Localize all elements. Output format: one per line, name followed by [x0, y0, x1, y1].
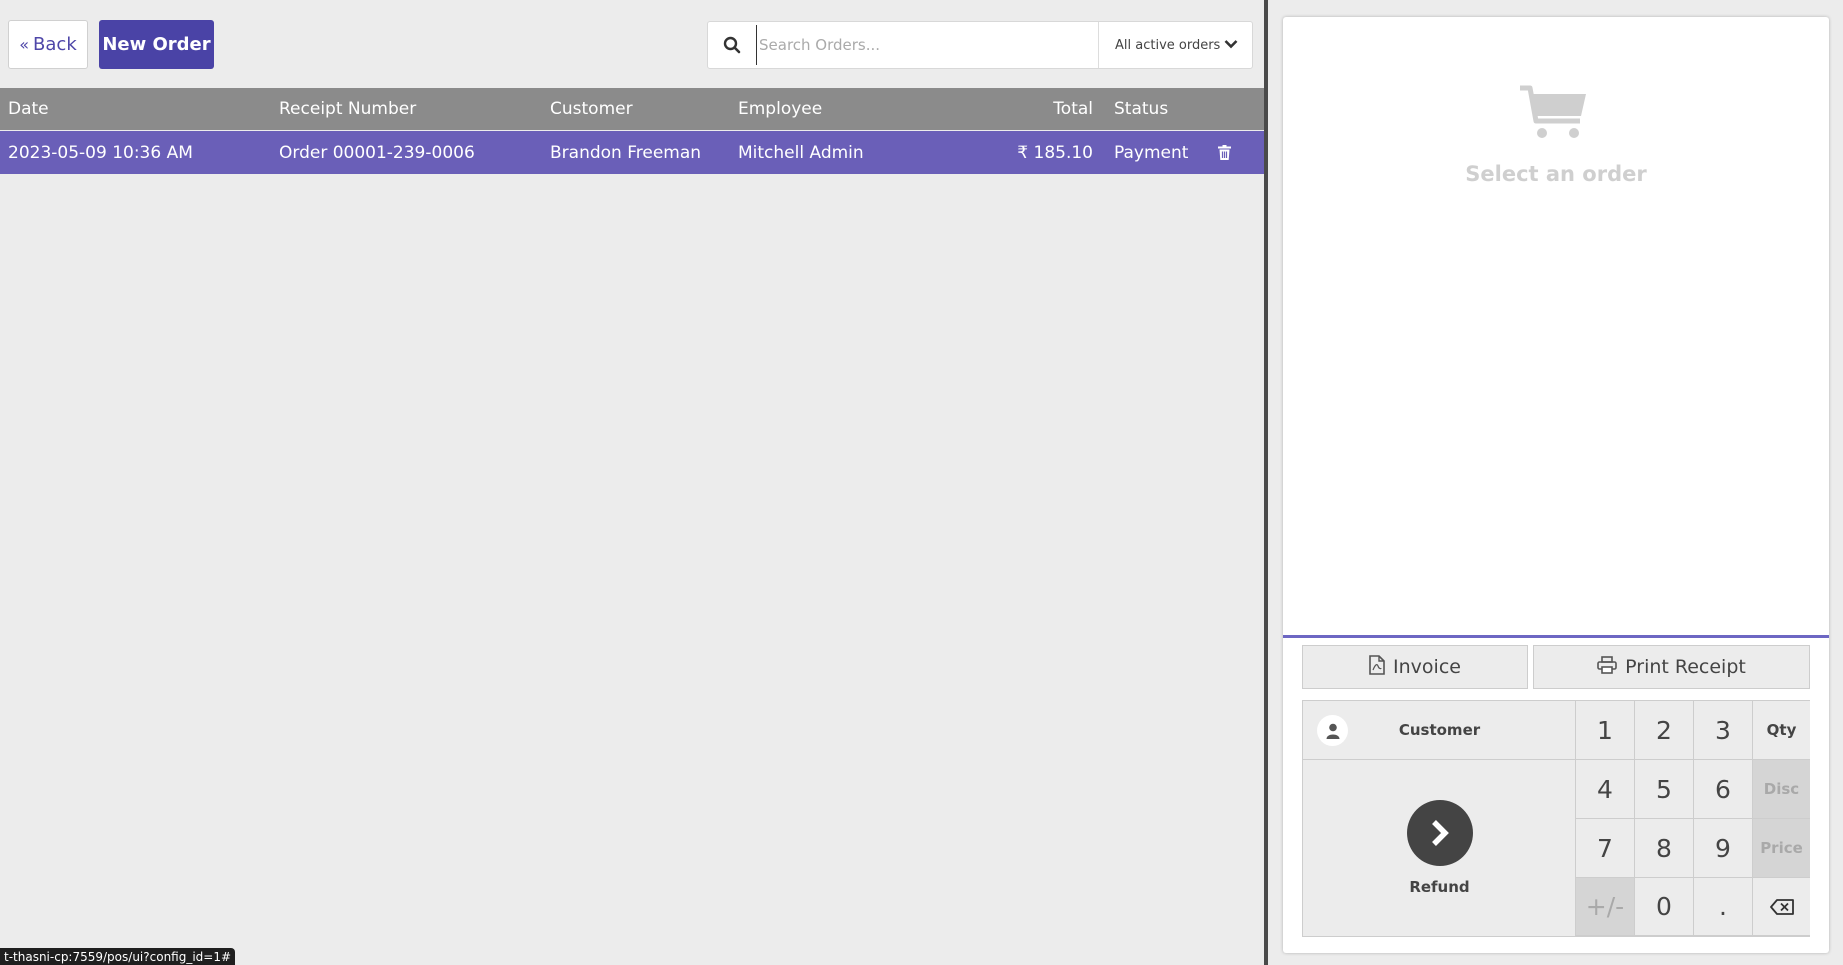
new-order-label: New Order [102, 34, 211, 55]
search-box: All active orders [707, 21, 1253, 69]
customer-button[interactable]: Customer [1303, 701, 1576, 760]
numpad-key-4[interactable]: 4 [1576, 760, 1635, 819]
chevron-down-icon [1224, 38, 1238, 53]
printer-icon [1597, 655, 1617, 679]
refund-button[interactable]: Refund [1303, 760, 1576, 936]
mode-price-button[interactable]: Price [1753, 819, 1810, 878]
numpad-key-1[interactable]: 1 [1576, 701, 1635, 760]
mode-disc-button[interactable]: Disc [1753, 760, 1810, 819]
numpad-key-6[interactable]: 6 [1694, 760, 1753, 819]
print-receipt-label: Print Receipt [1625, 656, 1746, 678]
column-header-employee: Employee [738, 99, 823, 119]
order-filter-select[interactable]: All active orders [1098, 22, 1252, 68]
order-receipt-number: Order 00001-239-0006 [279, 142, 475, 163]
table-header: Date Receipt Number Customer Employee To… [0, 88, 1264, 130]
order-date: 2023-05-09 10:36 AM [8, 142, 193, 163]
print-receipt-button[interactable]: Print Receipt [1533, 645, 1810, 689]
order-customer: Brandon Freeman [550, 142, 702, 163]
numpad-key-0[interactable]: 0 [1635, 878, 1694, 936]
numpad-key-plus-minus[interactable]: +/- [1576, 878, 1635, 936]
search-icon [708, 22, 756, 68]
file-pdf-icon [1369, 654, 1385, 680]
column-header-customer: Customer [550, 99, 633, 119]
chevron-right-icon [1407, 800, 1473, 866]
customer-label: Customer [1398, 721, 1481, 739]
numpad-key-2[interactable]: 2 [1635, 701, 1694, 760]
empty-order-area: Select an order [1283, 17, 1829, 636]
pane-divider [1264, 0, 1268, 965]
new-order-button[interactable]: New Order [99, 20, 214, 69]
orders-list-pane: « Back New Order All active orders Date … [0, 0, 1264, 965]
status-bar-url: t-thasni-cp:7559/pos/ui?config_id=1# [0, 948, 236, 965]
select-order-label: Select an order [1465, 162, 1647, 186]
numpad-key-9[interactable]: 9 [1694, 819, 1753, 878]
order-filter-value: All active orders [1115, 37, 1221, 53]
control-bar: « Back New Order All active orders [0, 2, 1264, 88]
mode-qty-button[interactable]: Qty [1753, 701, 1810, 760]
trash-icon[interactable] [1218, 131, 1231, 174]
order-status: Payment [1114, 142, 1189, 163]
search-input[interactable] [756, 25, 1096, 65]
numpad-key-3[interactable]: 3 [1694, 701, 1753, 760]
numpad-key-decimal[interactable]: . [1694, 878, 1753, 936]
column-header-date: Date [8, 99, 49, 119]
numpad-key-5[interactable]: 5 [1635, 760, 1694, 819]
invoice-button[interactable]: Invoice [1302, 645, 1528, 689]
column-header-receipt: Receipt Number [279, 99, 417, 119]
numpad-key-8[interactable]: 8 [1635, 819, 1694, 878]
chevrons-left-icon: « [19, 35, 30, 54]
order-details-pane: Select an order Invoice Print Receipt Cu… [1283, 17, 1829, 953]
numpad-key-7[interactable]: 7 [1576, 819, 1635, 878]
order-employee: Mitchell Admin [738, 142, 864, 163]
order-total: ₹ 185.10 [1017, 142, 1093, 163]
backspace-icon [1769, 892, 1794, 921]
invoice-label: Invoice [1393, 656, 1461, 678]
accent-line [1283, 635, 1829, 638]
column-header-total: Total [1053, 99, 1093, 119]
numpad-area: Customer Refund 1 2 3 Qty 4 5 6 Disc 7 8… [1302, 700, 1810, 937]
cart-icon [1520, 85, 1588, 145]
backspace-button[interactable] [1753, 878, 1810, 936]
back-label: Back [33, 34, 77, 55]
column-header-status: Status [1114, 99, 1169, 119]
table-row[interactable]: 2023-05-09 10:36 AM Order 00001-239-0006… [0, 131, 1264, 174]
back-button[interactable]: « Back [8, 20, 88, 69]
refund-label: Refund [1409, 878, 1470, 896]
